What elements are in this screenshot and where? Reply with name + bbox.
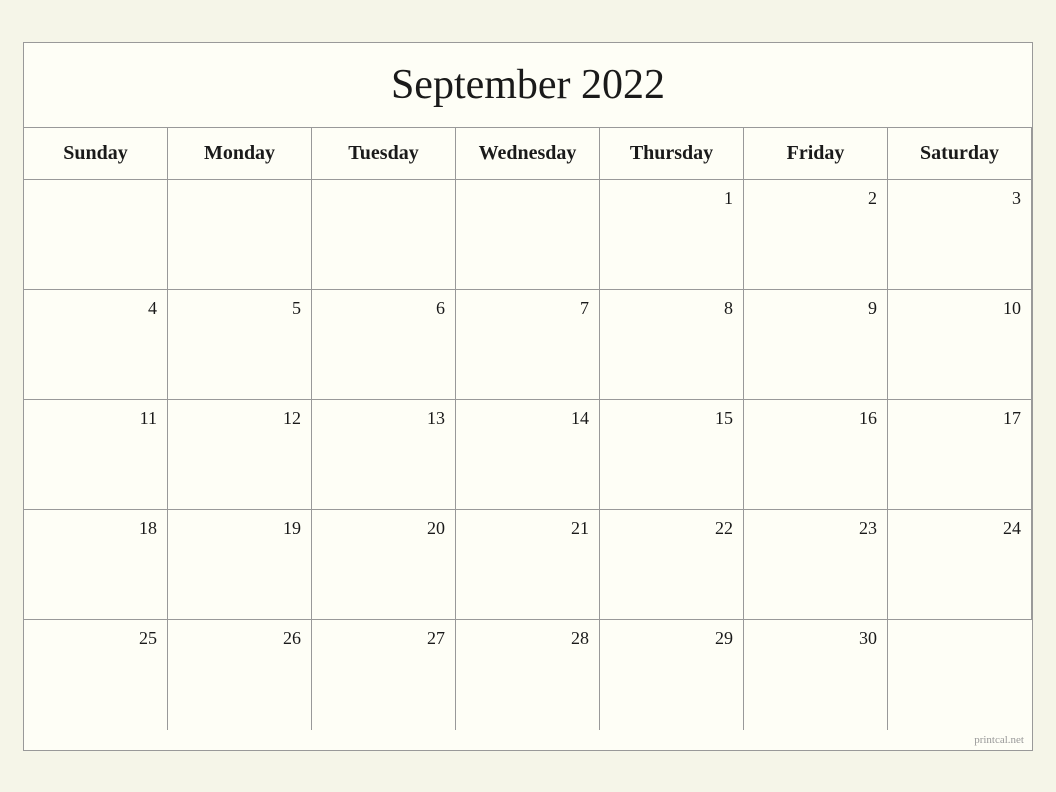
day-number: 24 bbox=[1003, 518, 1021, 539]
day-number: 30 bbox=[859, 628, 877, 649]
day-cell-8: 8 bbox=[600, 290, 744, 400]
day-cell bbox=[168, 180, 312, 290]
day-number: 15 bbox=[715, 408, 733, 429]
day-number: 2 bbox=[868, 188, 877, 209]
day-number: 22 bbox=[715, 518, 733, 539]
day-number: 19 bbox=[283, 518, 301, 539]
day-number: 18 bbox=[139, 518, 157, 539]
day-number: 5 bbox=[292, 298, 301, 319]
day-number: 11 bbox=[140, 408, 157, 429]
day-cell-23: 23 bbox=[744, 510, 888, 620]
day-cell-7: 7 bbox=[456, 290, 600, 400]
day-number: 23 bbox=[859, 518, 877, 539]
day-cell-empty bbox=[888, 620, 1032, 730]
day-number: 9 bbox=[868, 298, 877, 319]
day-number: 12 bbox=[283, 408, 301, 429]
day-number: 28 bbox=[571, 628, 589, 649]
day-number: 13 bbox=[427, 408, 445, 429]
day-cell-11: 11 bbox=[24, 400, 168, 510]
day-number: 20 bbox=[427, 518, 445, 539]
header-monday: Monday bbox=[168, 128, 312, 180]
day-number: 27 bbox=[427, 628, 445, 649]
day-number: 17 bbox=[1003, 408, 1021, 429]
day-number: 6 bbox=[436, 298, 445, 319]
day-cell-13: 13 bbox=[312, 400, 456, 510]
day-cell-27: 27 bbox=[312, 620, 456, 730]
day-cell bbox=[456, 180, 600, 290]
calendar: September 2022 Sunday Monday Tuesday Wed… bbox=[23, 42, 1033, 751]
day-cell bbox=[312, 180, 456, 290]
header-tuesday: Tuesday bbox=[312, 128, 456, 180]
day-cell-12: 12 bbox=[168, 400, 312, 510]
header-saturday: Saturday bbox=[888, 128, 1032, 180]
day-number: 3 bbox=[1012, 188, 1021, 209]
day-cell-16: 16 bbox=[744, 400, 888, 510]
header-wednesday: Wednesday bbox=[456, 128, 600, 180]
day-cell-3: 3 bbox=[888, 180, 1032, 290]
day-number: 8 bbox=[724, 298, 733, 319]
day-cell-21: 21 bbox=[456, 510, 600, 620]
day-cell-15: 15 bbox=[600, 400, 744, 510]
day-number: 4 bbox=[148, 298, 157, 319]
day-number: 29 bbox=[715, 628, 733, 649]
day-cell-30: 30 bbox=[744, 620, 888, 730]
day-cell-20: 20 bbox=[312, 510, 456, 620]
day-cell-5: 5 bbox=[168, 290, 312, 400]
day-cell-19: 19 bbox=[168, 510, 312, 620]
day-cell-25: 25 bbox=[24, 620, 168, 730]
day-cell-1: 1 bbox=[600, 180, 744, 290]
day-cell bbox=[24, 180, 168, 290]
day-number: 25 bbox=[139, 628, 157, 649]
day-cell-2: 2 bbox=[744, 180, 888, 290]
day-cell-26: 26 bbox=[168, 620, 312, 730]
day-cell-17: 17 bbox=[888, 400, 1032, 510]
day-cell-24: 24 bbox=[888, 510, 1032, 620]
day-number: 16 bbox=[859, 408, 877, 429]
day-number: 21 bbox=[571, 518, 589, 539]
day-cell-9: 9 bbox=[744, 290, 888, 400]
header-thursday: Thursday bbox=[600, 128, 744, 180]
day-number: 7 bbox=[580, 298, 589, 319]
day-cell-4: 4 bbox=[24, 290, 168, 400]
day-cell-14: 14 bbox=[456, 400, 600, 510]
day-cell-22: 22 bbox=[600, 510, 744, 620]
watermark: printcal.net bbox=[24, 730, 1032, 750]
day-cell-6: 6 bbox=[312, 290, 456, 400]
day-number: 1 bbox=[724, 188, 733, 209]
header-friday: Friday bbox=[744, 128, 888, 180]
day-cell-10: 10 bbox=[888, 290, 1032, 400]
day-number: 14 bbox=[571, 408, 589, 429]
calendar-grid: Sunday Monday Tuesday Wednesday Thursday… bbox=[24, 128, 1032, 730]
calendar-title: September 2022 bbox=[24, 43, 1032, 128]
day-number: 26 bbox=[283, 628, 301, 649]
header-sunday: Sunday bbox=[24, 128, 168, 180]
day-cell-28: 28 bbox=[456, 620, 600, 730]
day-cell-18: 18 bbox=[24, 510, 168, 620]
day-cell-29: 29 bbox=[600, 620, 744, 730]
day-number: 10 bbox=[1003, 298, 1021, 319]
